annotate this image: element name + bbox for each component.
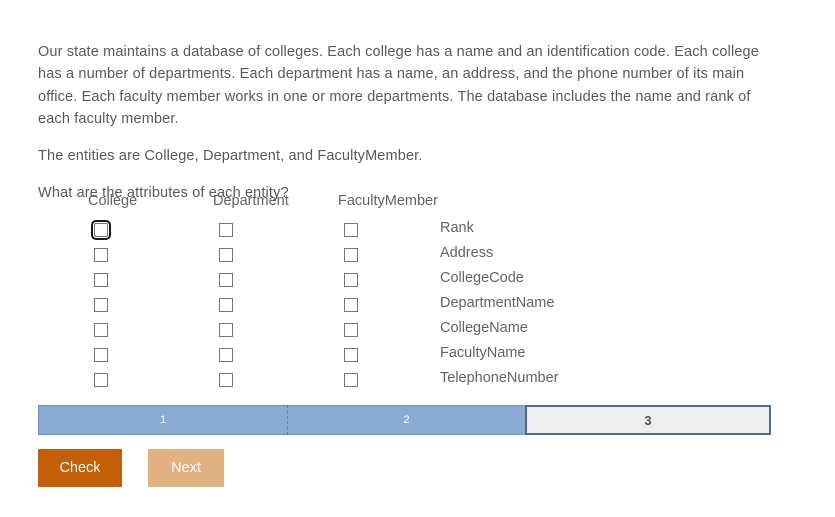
checkbox-college-collegename[interactable] <box>94 323 108 337</box>
progress-step-1[interactable]: 1 <box>38 405 287 435</box>
attribute-row: Address <box>0 244 835 269</box>
next-button[interactable]: Next <box>148 449 224 487</box>
checkbox-facultymember-address[interactable] <box>344 248 358 262</box>
checkbox-facultymember-facultyname[interactable] <box>344 348 358 362</box>
checkbox-department-address[interactable] <box>219 248 233 262</box>
attribute-row: CollegeCode <box>0 269 835 294</box>
checkbox-facultymember-departmentname[interactable] <box>344 298 358 312</box>
attribute-label: Rank <box>440 220 474 236</box>
checkbox-department-telephonenumber[interactable] <box>219 373 233 387</box>
checkbox-facultymember-rank[interactable] <box>344 223 358 237</box>
attribute-label: DepartmentName <box>440 295 555 311</box>
attribute-row: Rank <box>0 219 835 244</box>
attribute-row: TelephoneNumber <box>0 369 835 394</box>
checkbox-department-facultyname[interactable] <box>219 348 233 362</box>
checkbox-department-collegename[interactable] <box>219 323 233 337</box>
checkbox-college-rank[interactable] <box>90 219 112 241</box>
checkbox-department-collegecode[interactable] <box>219 273 233 287</box>
checkbox-college-facultyname[interactable] <box>94 348 108 362</box>
attribute-row: DepartmentName <box>0 294 835 319</box>
checkbox-department-rank[interactable] <box>219 223 233 237</box>
attribute-label: CollegeCode <box>440 270 524 286</box>
progress-bar: 123 <box>38 405 771 435</box>
checkbox-department-departmentname[interactable] <box>219 298 233 312</box>
column-header-facultymember: FacultyMember <box>338 193 438 209</box>
attribute-label: FacultyName <box>440 345 526 361</box>
checkbox-college-collegecode[interactable] <box>94 273 108 287</box>
checkbox-facultymember-telephonenumber[interactable] <box>344 373 358 387</box>
entities-line: The entities are College, Department, an… <box>38 147 423 164</box>
checkbox-college-departmentname[interactable] <box>94 298 108 312</box>
attribute-row: CollegeName <box>0 319 835 344</box>
checkbox-facultymember-collegecode[interactable] <box>344 273 358 287</box>
column-header-department: Department <box>213 193 289 209</box>
attribute-label: CollegeName <box>440 320 528 336</box>
column-header-college: College <box>88 193 138 209</box>
attribute-label: TelephoneNumber <box>440 370 559 386</box>
progress-step-3[interactable]: 3 <box>525 405 771 435</box>
problem-statement: Our state maintains a database of colleg… <box>38 43 759 128</box>
progress-step-2[interactable]: 2 <box>287 405 525 435</box>
checkbox-facultymember-collegename[interactable] <box>344 323 358 337</box>
check-button[interactable]: Check <box>38 449 122 487</box>
attribute-row: FacultyName <box>0 344 835 369</box>
exercise-page: Our state maintains a database of colleg… <box>0 0 835 517</box>
attribute-label: Address <box>440 245 494 261</box>
checkbox-college-address[interactable] <box>94 248 108 262</box>
checkbox-college-telephonenumber[interactable] <box>94 373 108 387</box>
